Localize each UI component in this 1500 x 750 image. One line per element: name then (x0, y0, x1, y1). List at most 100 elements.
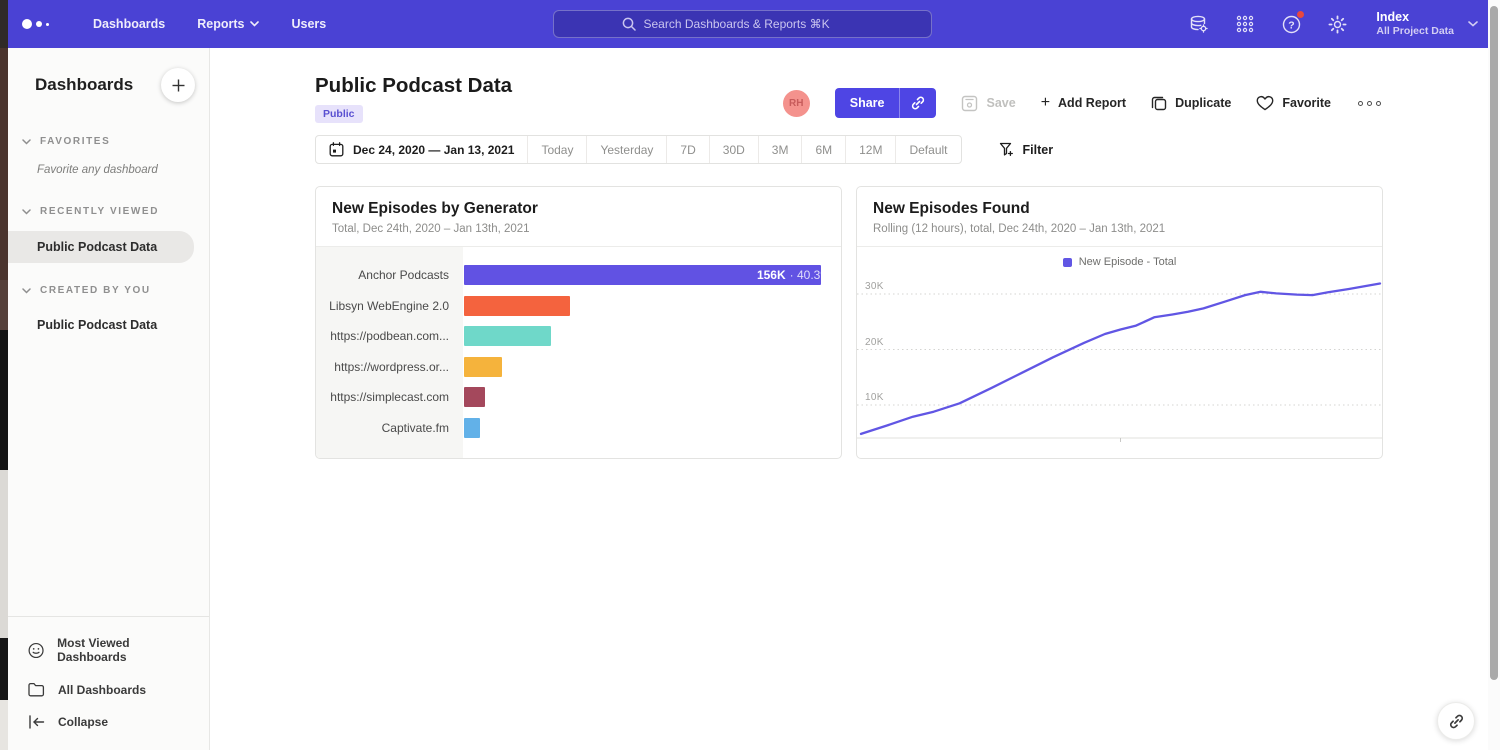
nav-item-label: Reports (197, 17, 244, 31)
bar[interactable] (464, 357, 502, 377)
card-header: New Episodes by Generator Total, Dec 24t… (316, 187, 841, 247)
filter-label: Filter (1023, 143, 1054, 157)
share-button-group: Share (835, 88, 937, 118)
preset-3m[interactable]: 3M (758, 136, 802, 163)
link-icon (1448, 713, 1465, 730)
line-plot-area: 30K 20K 10K DEC 24 JAN 03 JAN 13 (857, 267, 1383, 442)
bar[interactable] (464, 296, 570, 316)
amplitude-logo-icon[interactable] (22, 0, 49, 48)
line-series (857, 267, 1383, 442)
filter-button[interactable]: Filter (999, 142, 1054, 157)
project-switcher[interactable]: Index All Project Data (1376, 10, 1478, 38)
strip-segment (0, 638, 8, 700)
bar[interactable] (464, 387, 485, 407)
card-subtitle: Rolling (12 hours), total, Dec 24th, 202… (873, 223, 1366, 235)
scrollbar[interactable] (1488, 0, 1500, 750)
nav-item-reports[interactable]: Reports (181, 0, 275, 48)
gear-icon (1327, 14, 1348, 35)
app-window: Dashboards Reports Users (8, 0, 1488, 750)
share-link-fab[interactable] (1437, 702, 1475, 740)
add-report-label: Add Report (1058, 96, 1126, 110)
sidebar-title: Dashboards (35, 75, 133, 95)
top-nav: Dashboards Reports Users (8, 0, 1488, 48)
card-title: New Episodes by Generator (332, 200, 825, 218)
sidebar-footer: Most Viewed Dashboards All Dashboards (8, 616, 209, 750)
copy-link-button[interactable] (900, 88, 936, 118)
svg-text:?: ? (1288, 19, 1294, 31)
preset-6m[interactable]: 6M (801, 136, 845, 163)
bar-row[interactable]: Libsyn WebEngine 2.0 46.3K· 11.9% (316, 291, 841, 322)
sidebar-section-favorites[interactable]: FAVORITES (8, 126, 209, 157)
all-dashboards-button[interactable]: All Dashboards (8, 673, 209, 706)
favorite-button[interactable]: Favorite (1256, 95, 1331, 111)
search-input[interactable] (644, 17, 864, 31)
bar-row[interactable]: https://podbean.com... 37.9K· 9.8% (316, 321, 841, 352)
preset-today[interactable]: Today (527, 136, 586, 163)
bar[interactable] (464, 326, 551, 346)
collapse-icon (28, 715, 45, 729)
bar-row[interactable]: Captivate.fm 6.87K· 1.8% (316, 413, 841, 444)
bar-row[interactable]: https://simplecast.com 9.17K· 2.4% (316, 382, 841, 413)
date-range-button[interactable]: Dec 24, 2020 — Jan 13, 2021 (316, 136, 527, 163)
folder-icon (28, 682, 45, 697)
screen: Dashboards Reports Users (0, 0, 1500, 750)
date-toolbar: Dec 24, 2020 — Jan 13, 2021 Today Yester… (315, 135, 1053, 164)
bar[interactable] (464, 418, 480, 438)
report-card-new-episodes-by-generator[interactable]: New Episodes by Generator Total, Dec 24t… (315, 186, 842, 459)
report-card-new-episodes-found[interactable]: New Episodes Found Rolling (12 hours), t… (856, 186, 1383, 459)
preset-yesterday[interactable]: Yesterday (586, 136, 666, 163)
favorites-empty-hint: Favorite any dashboard (8, 157, 209, 196)
bar-category-label: https://podbean.com... (316, 329, 463, 343)
chevron-down-icon (22, 209, 31, 215)
bar-value-percent: · 40.3% (790, 268, 831, 282)
sidebar-section-created-by-you[interactable]: CREATED BY YOU (8, 275, 209, 306)
search-icon (622, 17, 636, 31)
preset-default[interactable]: Default (895, 136, 960, 163)
footer-item-label: Collapse (58, 715, 108, 729)
grid-apps-icon (1235, 14, 1255, 34)
page-title: Public Podcast Data (315, 74, 512, 98)
nav-item-label: Dashboards (93, 17, 165, 31)
calendar-icon (329, 142, 344, 157)
nav-item-dashboards[interactable]: Dashboards (77, 0, 181, 48)
strip-segment (0, 280, 8, 330)
chevron-down-icon (22, 288, 31, 294)
save-icon (961, 95, 978, 112)
project-labels: Index All Project Data (1376, 10, 1454, 38)
card-title: New Episodes Found (873, 200, 1366, 218)
scrollbar-thumb[interactable] (1490, 6, 1498, 680)
data-sources-button[interactable] (1188, 13, 1210, 35)
sidebar-item-public-podcast-data[interactable]: Public Podcast Data (8, 231, 194, 263)
apps-menu-button[interactable] (1234, 13, 1256, 35)
most-viewed-dashboards-button[interactable]: Most Viewed Dashboards (8, 627, 209, 673)
strip-segment (0, 470, 8, 638)
add-report-button[interactable]: + Add Report (1041, 95, 1126, 111)
help-button[interactable]: ? (1280, 13, 1302, 35)
bar-value: 156K· 40.3% (757, 268, 831, 282)
chevron-down-icon (1468, 21, 1478, 27)
more-options-button[interactable] (1356, 97, 1383, 110)
project-name: Index (1376, 10, 1454, 25)
preset-12m[interactable]: 12M (845, 136, 895, 163)
sidebar-section-recently-viewed[interactable]: RECENTLY VIEWED (8, 196, 209, 227)
duplicate-icon (1151, 95, 1167, 111)
preset-7d[interactable]: 7D (666, 136, 708, 163)
share-button[interactable]: Share (835, 88, 901, 118)
bar-category-label: Captivate.fm (316, 421, 463, 435)
bar-row[interactable]: Anchor Podcasts 156K· 40.3% (316, 260, 841, 291)
duplicate-button[interactable]: Duplicate (1151, 95, 1231, 111)
bar-category-label: https://simplecast.com (316, 390, 463, 404)
collapse-sidebar-button[interactable]: Collapse (8, 706, 209, 738)
preset-30d[interactable]: 30D (709, 136, 758, 163)
sidebar-item-public-podcast-data-created[interactable]: Public Podcast Data (8, 306, 209, 356)
nav-item-users[interactable]: Users (275, 0, 342, 48)
bar-row[interactable]: https://wordpress.or... 16.6K· 4.3% (316, 352, 841, 383)
avatar[interactable]: RH (783, 90, 810, 117)
bar-category-label: https://wordpress.or... (316, 360, 463, 374)
new-dashboard-button[interactable] (161, 68, 195, 102)
global-search[interactable] (553, 10, 932, 38)
y-axis-tick: 30K (865, 281, 884, 292)
plus-icon: + (1041, 95, 1050, 111)
settings-button[interactable] (1326, 13, 1348, 35)
save-button[interactable]: Save (961, 95, 1015, 112)
